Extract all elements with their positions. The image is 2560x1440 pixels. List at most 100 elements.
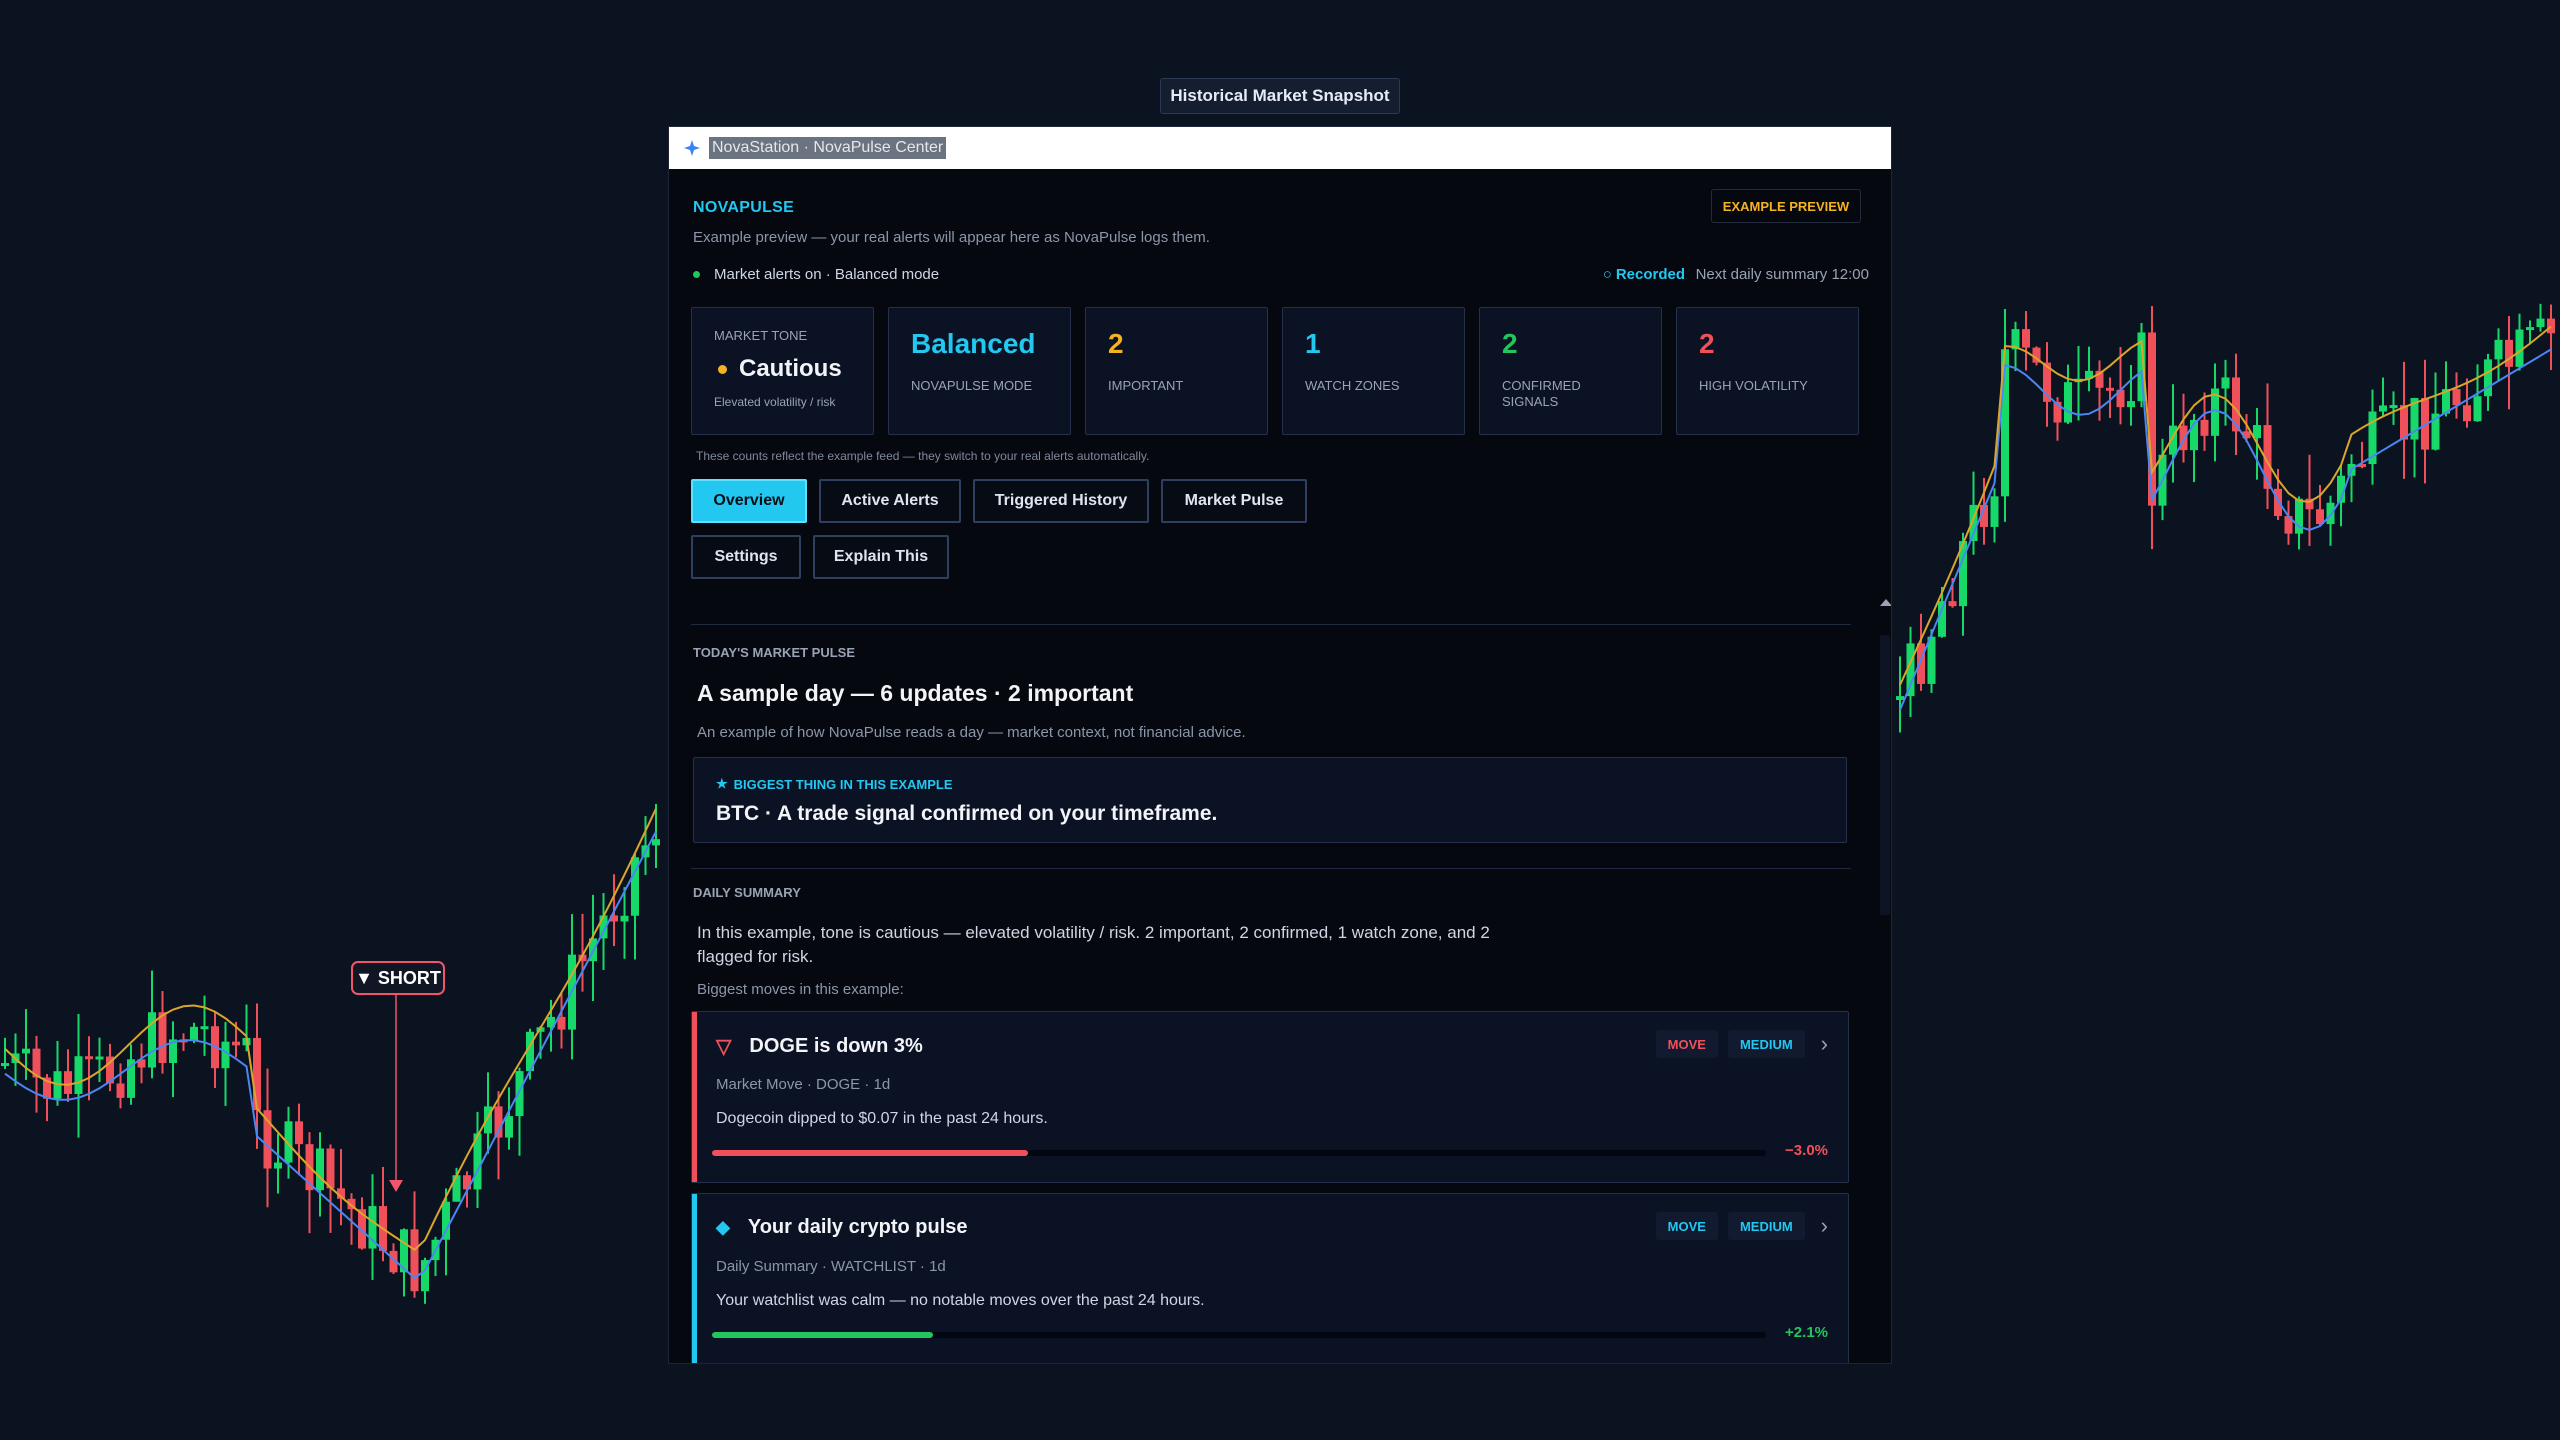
section-divider xyxy=(691,868,1851,869)
alert-severity-badge: MEDIUM xyxy=(1727,1030,1805,1058)
candle-up xyxy=(620,915,629,922)
candle-down xyxy=(158,1012,167,1064)
biggest-tag-label: BIGGEST THING IN THIS EXAMPLE xyxy=(733,776,953,792)
candle-up xyxy=(2494,339,2503,360)
section-divider xyxy=(691,624,1851,625)
short-signal-tag: ▼ SHORT xyxy=(351,961,445,995)
alert-card-daily-pulse[interactable]: ◆ Your daily crypto pulse MOVE MEDIUM › … xyxy=(691,1193,1849,1363)
stat-value: 2 xyxy=(1699,328,1715,359)
recorded-label: Recorded xyxy=(1615,266,1685,283)
counts-note: These counts reflect the example feed — … xyxy=(696,449,1150,463)
alert-title: Your daily crypto pulse xyxy=(747,1216,968,1238)
candle-up xyxy=(2064,382,2072,423)
main-content: NOVAPULSE EXAMPLE PREVIEW Example previe… xyxy=(691,169,1871,1363)
down-triangle-icon: ▽ xyxy=(716,1036,732,1058)
scroll-up-icon[interactable] xyxy=(1880,599,1891,606)
pulse-headline: A sample day — 6 updates · 2 important xyxy=(697,680,1134,706)
alert-severity-badge: MEDIUM xyxy=(1727,1212,1805,1240)
example-preview-badge: EXAMPLE PREVIEW xyxy=(1711,189,1861,223)
candle-up xyxy=(95,1056,104,1060)
window-titlebar[interactable]: NovaStation · NovaPulse Center xyxy=(669,127,1891,169)
alert-percent: −3.0% xyxy=(1785,1142,1828,1159)
pulse-subtitle: An example of how NovaPulse reads a day … xyxy=(697,724,1246,741)
stat-label: WATCH ZONES xyxy=(1305,378,1400,393)
tab-settings[interactable]: Settings xyxy=(691,535,801,579)
candle-up xyxy=(74,1056,83,1094)
candle-down xyxy=(2106,387,2114,391)
scrollbar[interactable] xyxy=(1877,597,1891,1363)
record-icon: ○ xyxy=(1602,266,1612,283)
candle-down xyxy=(2022,329,2030,348)
candle-down xyxy=(64,1071,72,1094)
candle-up xyxy=(2389,405,2398,409)
candle-down xyxy=(85,1056,93,1060)
alert-meta: Market Move · DOGE · 1d xyxy=(716,1076,891,1093)
short-arrow-icon: ▼ xyxy=(355,967,373,988)
recorded-indicator: ○ Recorded xyxy=(1603,266,1685,283)
alert-progress-fill xyxy=(712,1332,934,1338)
candle-up xyxy=(2526,327,2534,331)
candle-down xyxy=(253,1037,261,1111)
status-text: Market alerts on · Balanced mode xyxy=(714,266,940,283)
tab-market-pulse[interactable]: Market Pulse xyxy=(1161,479,1307,523)
stat-label: MARKET TONE xyxy=(714,328,808,343)
short-label: SHORT xyxy=(377,967,441,988)
stat-important: 2 IMPORTANT xyxy=(1085,307,1268,435)
alert-description: Dogecoin dipped to $0.07 in the past 24 … xyxy=(716,1110,1048,1127)
candle-down xyxy=(295,1121,303,1145)
scrollbar-thumb[interactable] xyxy=(1880,635,1890,915)
candle-up xyxy=(2536,318,2545,328)
preview-description: Example preview — your real alerts will … xyxy=(693,229,1210,246)
candle-up xyxy=(274,1162,282,1169)
alert-edge xyxy=(692,1012,697,1182)
status-dot-icon xyxy=(693,271,700,278)
candle-down xyxy=(2452,389,2461,406)
stat-label: NOVAPULSE MODE xyxy=(911,378,1033,393)
tab-overview[interactable]: Overview xyxy=(691,479,807,523)
novapulse-window: NovaStation · NovaPulse Center NOVAPULSE… xyxy=(668,126,1892,1364)
moves-label: Biggest moves in this example: xyxy=(697,981,904,998)
stat-sub: Elevated volatility / risk xyxy=(714,395,836,409)
biggest-thing-text: BTC · A trade signal confirmed on your t… xyxy=(716,802,1218,825)
candle-up xyxy=(190,1026,198,1041)
candle-up xyxy=(505,1116,513,1138)
diamond-icon: ◆ xyxy=(716,1217,730,1237)
candle-up xyxy=(1927,636,1936,684)
tab-triggered-history[interactable]: Triggered History xyxy=(973,479,1149,523)
candle-down xyxy=(2400,405,2408,440)
candle-up xyxy=(1938,601,1946,637)
stat-value: 2 xyxy=(1108,328,1124,359)
candle-down xyxy=(2463,405,2471,422)
chevron-right-icon[interactable]: › xyxy=(1821,1031,1828,1057)
stat-volatility: 2 HIGH VOLATILITY xyxy=(1676,307,1859,435)
alert-progress-track xyxy=(712,1150,1766,1156)
stat-confirmed: 2 CONFIRMED SIGNALS xyxy=(1479,307,1662,435)
summary-section-label: DAILY SUMMARY xyxy=(693,885,801,900)
candle-up xyxy=(200,1026,209,1030)
stat-watch-zones: 1 WATCH ZONES xyxy=(1282,307,1465,435)
candle-down xyxy=(557,1016,566,1030)
candle-down xyxy=(2547,318,2555,334)
next-summary-time: Next daily summary 12:00 xyxy=(1695,266,1869,283)
candle-up xyxy=(2326,502,2335,525)
stat-mode: Balanced NOVAPULSE MODE xyxy=(888,307,1071,435)
alert-card-doge[interactable]: ▽ DOGE is down 3% MOVE MEDIUM › Market M… xyxy=(691,1011,1849,1183)
tab-active-alerts[interactable]: Active Alerts xyxy=(819,479,961,523)
chevron-right-icon[interactable]: › xyxy=(1821,1213,1828,1239)
candle-up xyxy=(1896,696,1904,700)
stat-value: Cautious xyxy=(739,355,842,382)
candle-down xyxy=(2200,419,2209,436)
candle-down xyxy=(116,1083,125,1098)
candle-down xyxy=(2505,339,2513,367)
brand-label: NOVAPULSE xyxy=(693,199,795,216)
candle-up xyxy=(2484,359,2492,397)
tab-explain-this[interactable]: Explain This xyxy=(813,535,949,579)
candle-up xyxy=(2221,377,2230,389)
biggest-thing-card[interactable]: ★ BIGGEST THING IN THIS EXAMPLE BTC · A t… xyxy=(693,757,1847,843)
alert-status: Market alerts on · Balanced mode xyxy=(693,266,939,283)
summary-text: In this example, tone is cautious — elev… xyxy=(697,923,1490,966)
stat-label: CONFIRMED SIGNALS xyxy=(1502,378,1581,409)
stat-label: IMPORTANT xyxy=(1108,378,1184,393)
alert-progress-fill xyxy=(712,1150,1029,1156)
candle-down xyxy=(1948,601,1957,607)
